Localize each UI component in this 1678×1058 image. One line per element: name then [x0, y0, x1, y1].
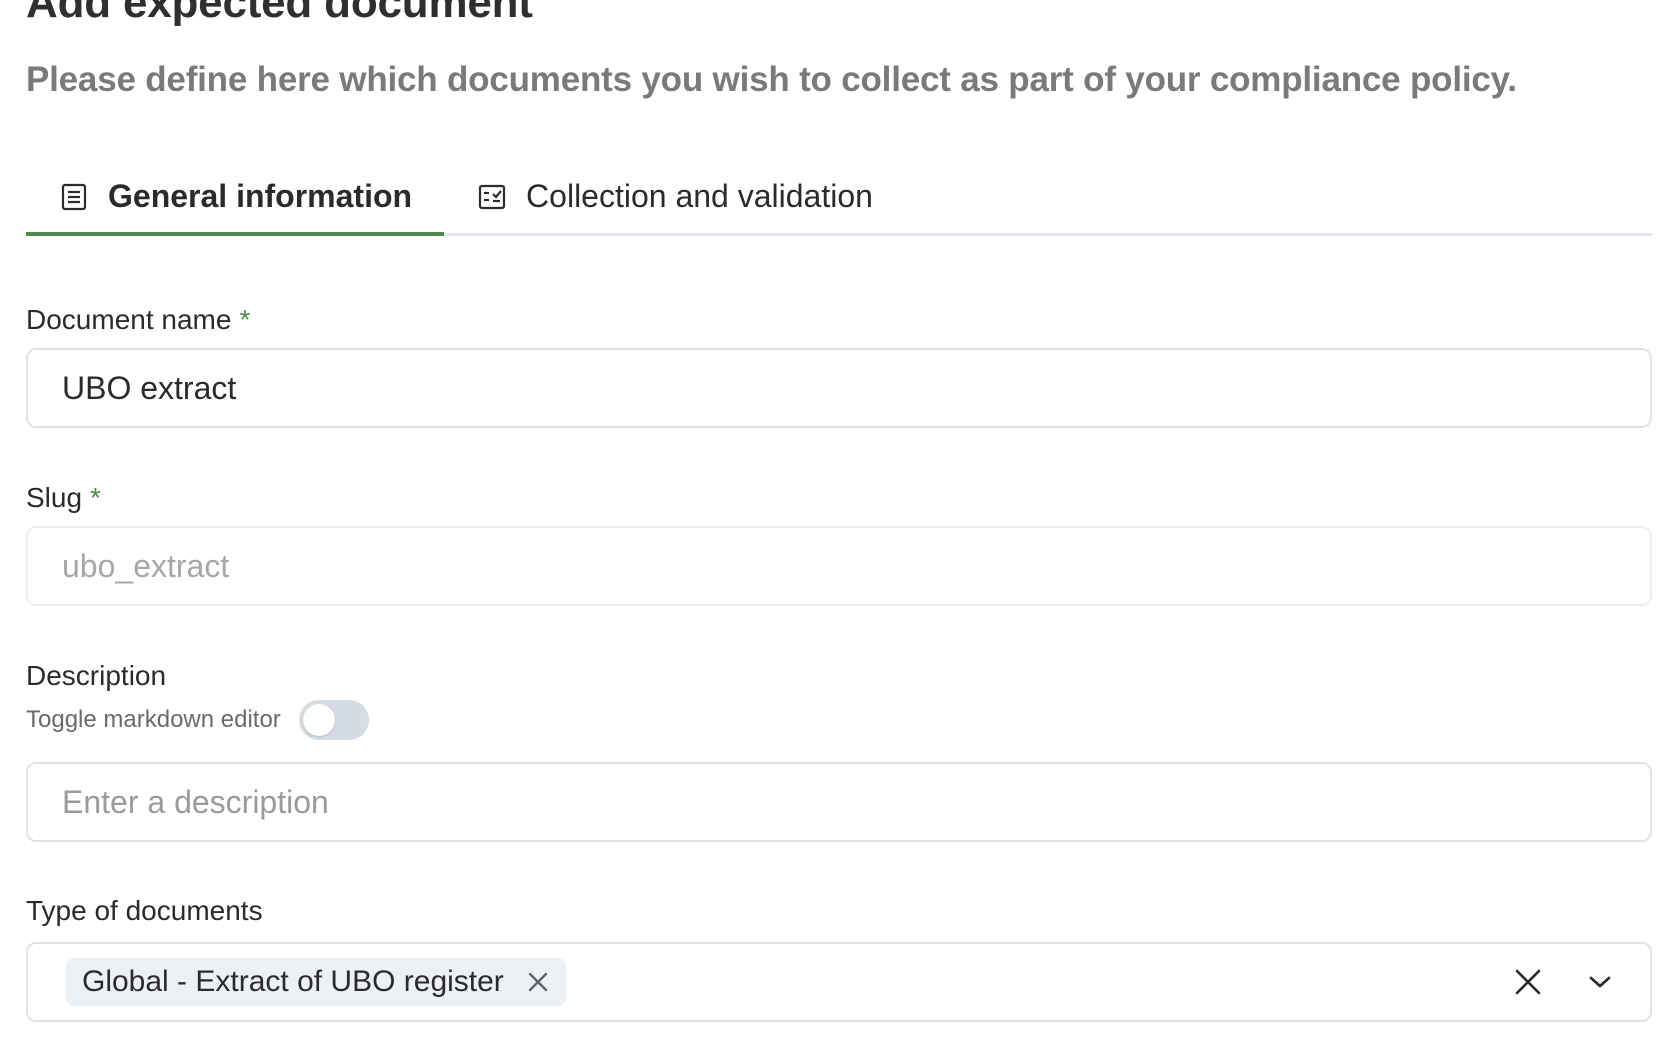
markdown-toggle-label: Toggle markdown editor [26, 706, 281, 733]
document-list-icon [60, 183, 88, 211]
type-of-documents-label: Type of documents [26, 895, 263, 926]
document-name-field[interactable]: UBO extract [26, 348, 1652, 428]
chip-label: Global - Extract of UBO register [82, 965, 504, 998]
page: Add expected document Please define here… [0, 0, 1678, 1058]
chevron-down-icon[interactable] [1580, 962, 1620, 1002]
chip-remove-icon[interactable] [526, 970, 550, 994]
slug-value: ubo_extract [62, 547, 230, 584]
checklist-icon [478, 183, 506, 211]
tab-label: Collection and validation [526, 178, 873, 214]
description-placeholder: Enter a description [62, 783, 329, 820]
clear-selection-icon[interactable] [1508, 962, 1548, 1002]
document-name-label-text: Document name [26, 304, 232, 335]
tab-label: General information [108, 178, 413, 214]
slug-label: Slug * [26, 482, 101, 514]
document-name-label: Document name * [26, 304, 250, 336]
tab-collection-and-validation[interactable]: Collection and validation [444, 160, 905, 233]
page-subtitle: Please define here which documents you w… [26, 60, 1517, 99]
page-title: Add expected document [26, 0, 533, 27]
markdown-editor-toggle[interactable] [298, 700, 369, 740]
toggle-knob [302, 704, 335, 736]
tab-bar: General information Collection and valid… [26, 160, 1652, 236]
description-label: Description [26, 660, 167, 691]
description-field[interactable]: Enter a description [26, 762, 1652, 842]
document-name-value: UBO extract [62, 369, 237, 406]
select-actions [1508, 944, 1620, 1020]
required-asterisk: * [90, 482, 101, 513]
tab-general-information[interactable]: General information [26, 160, 445, 236]
slug-label-text: Slug [26, 482, 83, 513]
type-of-documents-select[interactable]: Global - Extract of UBO register [26, 942, 1652, 1022]
markdown-toggle-row: Toggle markdown editor [26, 700, 369, 740]
required-asterisk: * [239, 304, 251, 335]
selected-document-type-chip: Global - Extract of UBO register [66, 958, 566, 1006]
slug-field[interactable]: ubo_extract [26, 526, 1652, 606]
